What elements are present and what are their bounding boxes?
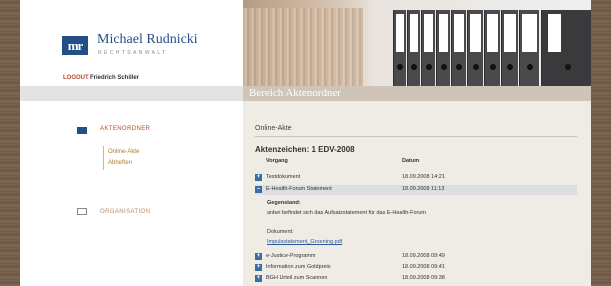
binder-image xyxy=(541,10,591,86)
akte-title: Aktenzeichen: 1 EDV-2008 xyxy=(255,145,355,154)
section-band: Bereich Aktenordner xyxy=(243,86,591,101)
folder-square-icon xyxy=(77,127,87,134)
binder-image xyxy=(436,10,450,86)
logout-link[interactable]: LOGOUT xyxy=(63,75,89,81)
binder-image xyxy=(421,10,435,86)
user-name: Friedrich Schiller xyxy=(90,75,140,81)
row-title[interactable]: BGH Urteil zum Scannen xyxy=(266,275,327,281)
document-link[interactable]: Impulsstatement_Groening.pdf xyxy=(267,239,342,245)
expand-icon[interactable]: + xyxy=(255,174,262,181)
table-row[interactable]: + Information zum Goldpreis 18.09.2008 0… xyxy=(255,263,577,273)
row-title[interactable]: Information zum Goldpreis xyxy=(266,264,331,270)
row-title[interactable]: e-Justice-Programm xyxy=(266,253,316,259)
right-wood-border xyxy=(591,0,611,286)
divider xyxy=(255,136,577,137)
detail-document-label: Dokument: xyxy=(267,229,294,235)
row-title[interactable]: E-Health-Forum Statement xyxy=(266,186,332,192)
sidebar-item-aktenordner[interactable]: AKTENORDNER xyxy=(100,126,150,132)
sidebar-subitem-abheften[interactable]: Abheften xyxy=(108,160,132,166)
binder-image xyxy=(393,10,406,86)
detail-subject-label: Gegenstand: xyxy=(267,200,301,206)
row-date: 18.09.2008 09:49 xyxy=(402,253,445,259)
expand-icon[interactable]: + xyxy=(255,253,262,260)
brand-name: Michael Rudnicki xyxy=(97,32,198,47)
row-date: 18.09.2008 14:21 xyxy=(402,174,445,180)
left-wood-border xyxy=(0,0,20,286)
table-row[interactable]: + Testdokument 18.09.2008 14:21 xyxy=(255,173,577,183)
paper-stack-image xyxy=(243,8,363,86)
main-content: Online-Akte Aktenzeichen: 1 EDV-2008 Vor… xyxy=(243,101,591,286)
binder-image xyxy=(484,10,500,86)
column-header-vorgang: Vorgang xyxy=(266,158,288,164)
nav-strip xyxy=(20,86,243,101)
binder-image xyxy=(467,10,483,86)
row-date: 18.09.2008 11:13 xyxy=(402,186,445,192)
section-title: Online-Akte xyxy=(255,125,292,132)
expand-icon[interactable]: + xyxy=(255,264,262,271)
header-photo xyxy=(243,0,591,86)
collapse-icon[interactable]: – xyxy=(255,186,262,193)
binder-image xyxy=(451,10,466,86)
table-row[interactable]: – E-Health-Forum Statement 18.09.2008 11… xyxy=(255,185,577,195)
brand-subtitle: RECHTSANWALT xyxy=(98,50,168,56)
row-date: 18.09.2008 09:38 xyxy=(402,275,445,281)
page-frame: mr Michael Rudnicki RECHTSANWALT LOGOUT … xyxy=(20,0,591,286)
sidebar-item-organisation[interactable]: ORGANISATION xyxy=(100,209,150,215)
sidebar-subitem-online-akte[interactable]: Online-Akte xyxy=(108,149,139,155)
column-header-datum: Datum xyxy=(402,158,420,164)
table-row[interactable]: + e-Justice-Programm 18.09.2008 09:49 xyxy=(255,252,577,262)
expand-icon[interactable]: + xyxy=(255,275,262,282)
binder-image xyxy=(407,10,420,86)
binder-image xyxy=(519,10,539,86)
empty-square-icon xyxy=(77,208,87,215)
row-date: 18.09.2008 09:41 xyxy=(402,264,445,270)
logo: mr xyxy=(62,36,88,55)
binder-image xyxy=(501,10,518,86)
sidebar: AKTENORDNER Online-Akte Abheften ORGANIS… xyxy=(20,101,243,286)
table-row[interactable]: + BGH Urteil zum Scannen 18.09.2008 09:3… xyxy=(255,274,577,284)
sub-nav-line xyxy=(103,146,104,170)
detail-subject-text: anbei befindet sich das Aufsatzstatement… xyxy=(267,210,426,216)
row-title[interactable]: Testdokument xyxy=(266,174,300,180)
